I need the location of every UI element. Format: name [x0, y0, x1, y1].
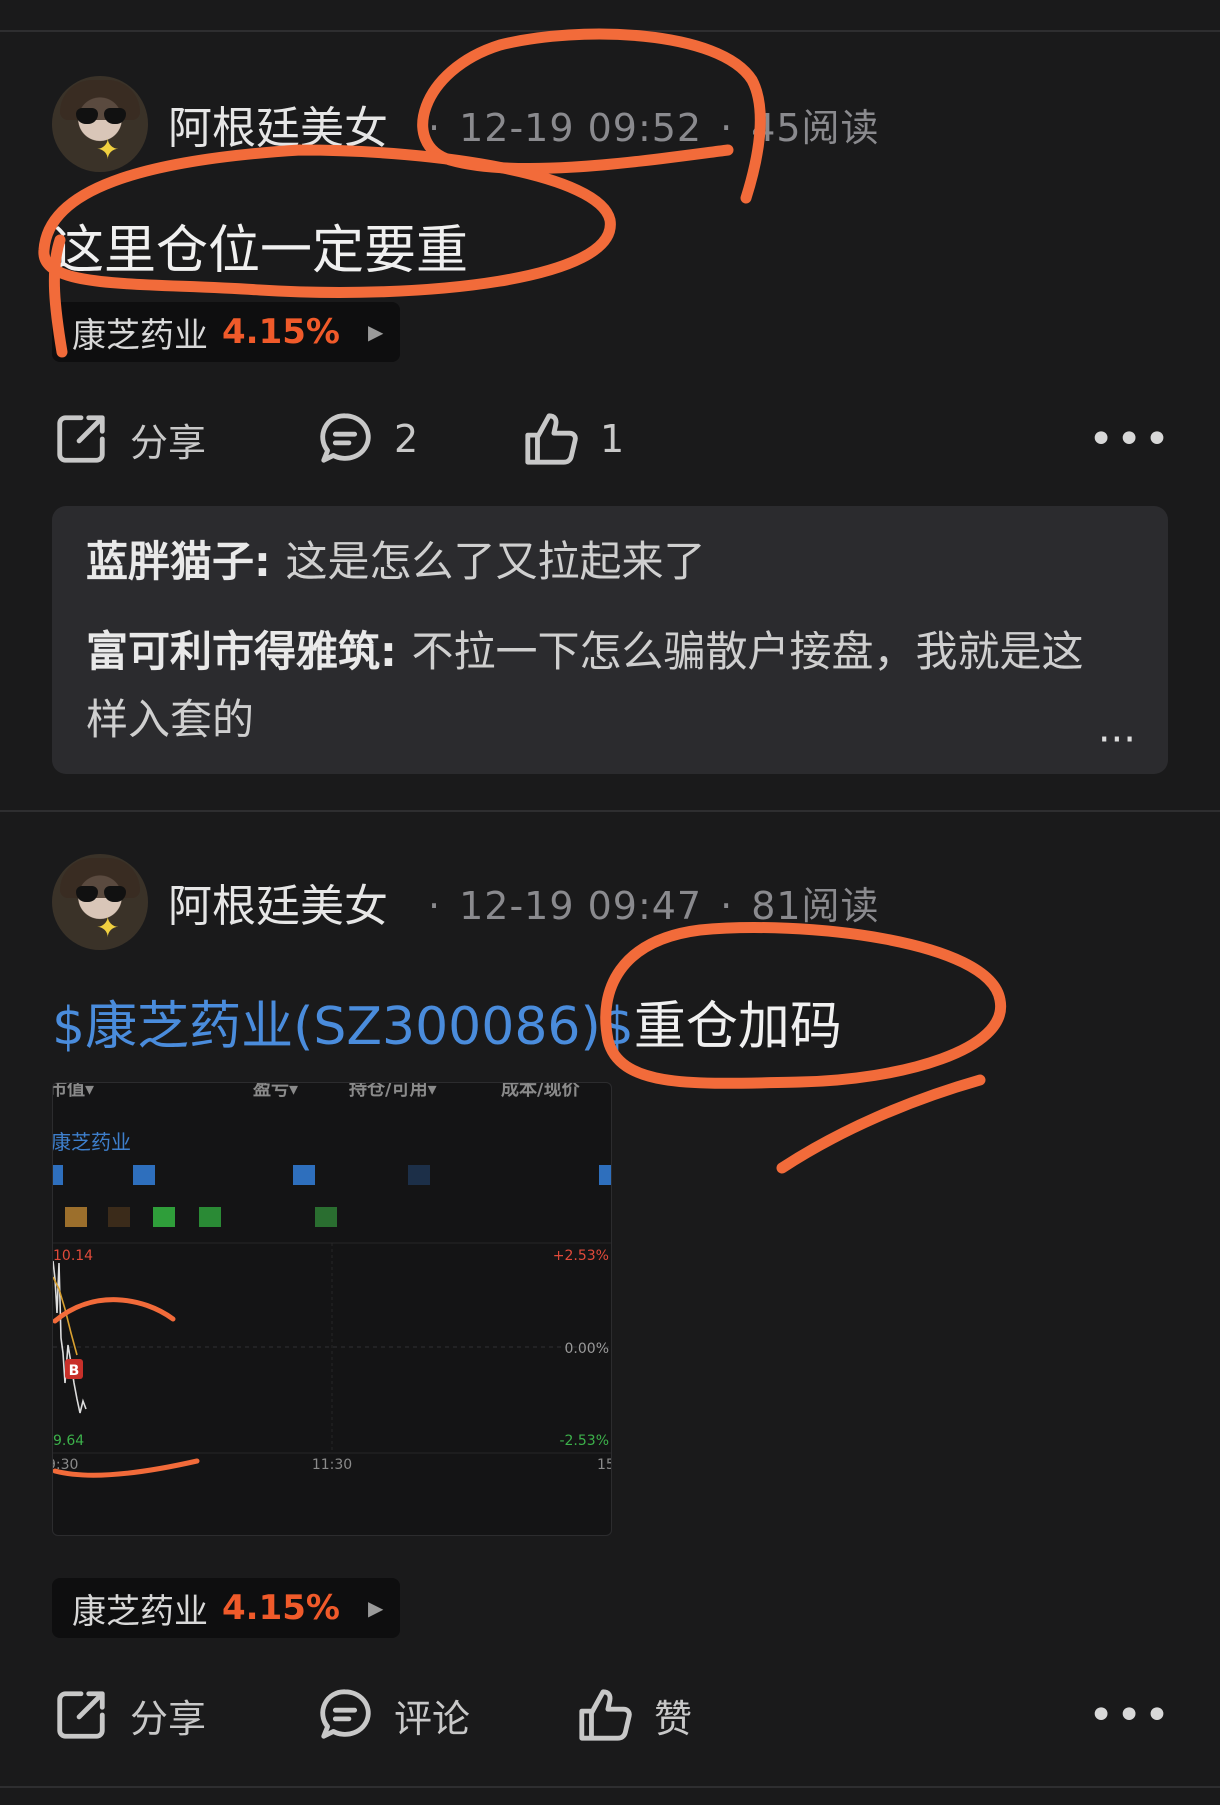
stock-tag[interactable]: 康芝药业 4.15% ▶: [52, 1578, 400, 1638]
post-reads: 81阅读: [751, 883, 880, 928]
post-content[interactable]: 这里仓位一定要重: [52, 208, 468, 283]
play-arrow-icon: ▶: [367, 320, 384, 344]
comment-label: 评论: [394, 1696, 471, 1741]
thumb-header: 持仓/可用▾: [349, 1083, 437, 1100]
post-header: ✦ 阿根廷美女 · 12-19 09:47 · 81阅读: [52, 854, 880, 950]
play-arrow-icon: ▶: [367, 1596, 384, 1620]
stock-link[interactable]: $康芝药业(SZ300086)$: [52, 997, 634, 1057]
thumb-high: 10.14: [53, 1248, 93, 1264]
comment-item: 富可利市得雅筑: 不拉一下怎么骗散户接盘，我就是这样入套的: [86, 627, 1084, 744]
bottom-divider: [0, 1786, 1220, 1788]
comment-count: 2: [394, 417, 419, 461]
comment-button[interactable]: 评论: [316, 1680, 470, 1750]
username[interactable]: 阿根廷美女: [168, 870, 388, 934]
post-text: 重仓加码: [633, 997, 842, 1057]
thumb-time: 15:00: [597, 1457, 611, 1473]
comment-icon: [320, 413, 371, 463]
more-options-button[interactable]: •••: [1088, 1680, 1172, 1750]
sparkle-icon: ✦: [96, 911, 120, 944]
username[interactable]: 阿根廷美女: [168, 92, 388, 156]
avatar[interactable]: ✦: [52, 854, 148, 950]
comment-button[interactable]: 2: [316, 404, 418, 474]
comment-user[interactable]: 富可利市得雅筑: [86, 627, 380, 676]
post-reads: 45阅读: [751, 105, 880, 150]
top-divider: [0, 30, 1220, 32]
stock-change: 4.15%: [222, 1588, 340, 1628]
post-time: 12-19 09:47: [459, 883, 703, 928]
action-bar: 分享 2 1 •••: [52, 404, 1172, 474]
share-icon: [57, 1691, 105, 1739]
avatar[interactable]: ✦: [52, 76, 148, 172]
thumb-buy-marker: B: [69, 1363, 80, 1379]
chart-screenshot[interactable]: 市值▾ 盈亏▾ 持仓/可用▾ 成本/现价 康芝药业 10.14 9.64 +2.…: [52, 1082, 612, 1536]
thumb-header: 市值▾: [53, 1083, 94, 1100]
comment-user[interactable]: 蓝胖猫子: [86, 537, 254, 586]
post-divider: [0, 810, 1220, 812]
comment-icon: [320, 1689, 371, 1739]
stock-name: 康芝药业: [72, 315, 208, 356]
thumb-pct-mid: 0.00%: [565, 1341, 609, 1357]
thumbs-up-icon: [579, 1689, 632, 1741]
share-label: 分享: [130, 420, 207, 465]
like-count: 1: [600, 417, 625, 461]
post-meta: · 12-19 09:52 · 45阅读: [428, 105, 880, 150]
stock-tag[interactable]: 康芝药业 4.15% ▶: [52, 302, 400, 362]
stock-name: 康芝药业: [72, 1591, 208, 1632]
share-label: 分享: [130, 1696, 207, 1741]
comment-preview[interactable]: 蓝胖猫子: 这是怎么了又拉起来了 富可利市得雅筑: 不拉一下怎么骗散户接盘，我就…: [52, 506, 1168, 774]
post-meta: · 12-19 09:47 · 81阅读: [428, 883, 880, 928]
like-button[interactable]: 赞: [576, 1680, 692, 1750]
thumb-low: 9.64: [53, 1433, 84, 1449]
stock-change: 4.15%: [222, 312, 340, 352]
more-comments-icon[interactable]: ···: [1098, 720, 1136, 760]
comment-item: 蓝胖猫子: 这是怎么了又拉起来了: [86, 537, 706, 586]
thumb-stock-name: 康芝药业: [53, 1130, 131, 1154]
more-options-button[interactable]: •••: [1088, 404, 1172, 474]
post-time: 12-19 09:52: [459, 105, 703, 150]
comment-text: 这是怎么了又拉起来了: [285, 537, 706, 586]
thumb-pct-low: -2.53%: [559, 1433, 609, 1449]
thumb-pct-high: +2.53%: [553, 1248, 609, 1264]
share-icon: [57, 415, 105, 463]
thumbs-up-icon: [525, 413, 578, 465]
like-label: 赞: [654, 1696, 693, 1741]
post-content[interactable]: $康芝药业(SZ300086)$重仓加码: [52, 984, 842, 1059]
thumb-header: 盈亏▾: [252, 1083, 298, 1100]
share-button[interactable]: 分享: [52, 404, 206, 474]
sparkle-icon: ✦: [96, 133, 120, 166]
share-button[interactable]: 分享: [52, 1680, 206, 1750]
like-button[interactable]: 1: [522, 404, 624, 474]
post-header: ✦ 阿根廷美女 · 12-19 09:52 · 45阅读: [52, 76, 880, 172]
thumb-time: 11:30: [312, 1457, 352, 1473]
action-bar: 分享 评论 赞 •••: [52, 1680, 1172, 1750]
thumb-header: 成本/现价: [501, 1083, 581, 1100]
